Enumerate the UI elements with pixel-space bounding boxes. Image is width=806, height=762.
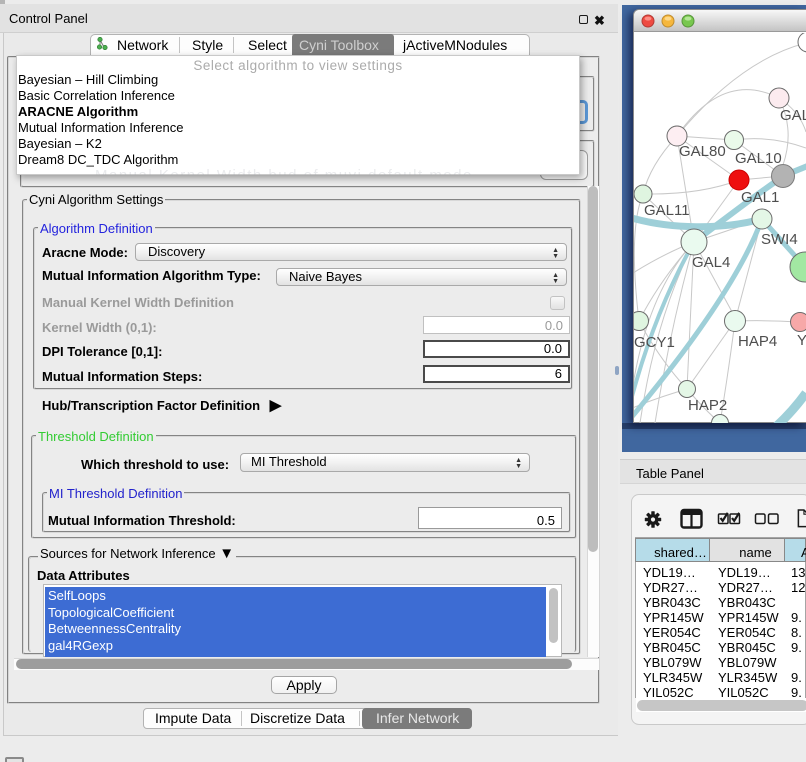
svg-text:GAL1: GAL1	[741, 189, 779, 206]
svg-text:GAL4: GAL4	[692, 254, 730, 271]
svg-text:HAP2: HAP2	[688, 397, 727, 414]
svg-text:YJ: YJ	[797, 332, 806, 349]
svg-text:GAL11: GAL11	[644, 202, 690, 219]
svg-text:GAL7: GAL7	[780, 107, 806, 124]
svg-text:GAL80: GAL80	[679, 143, 726, 160]
svg-text:GAL10: GAL10	[735, 150, 782, 167]
svg-text:GCY1: GCY1	[634, 334, 675, 351]
svg-text:SWI4: SWI4	[761, 231, 798, 248]
svg-text:HAP4: HAP4	[738, 333, 777, 350]
